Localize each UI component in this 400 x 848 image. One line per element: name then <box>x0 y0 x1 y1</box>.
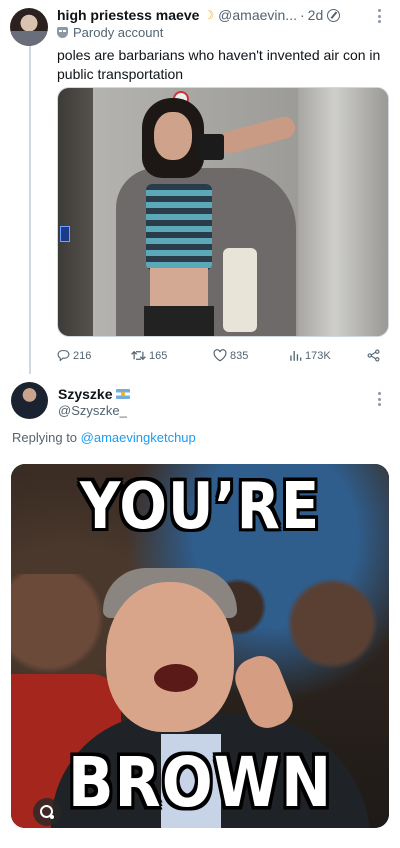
retweet-count: 165 <box>149 349 168 362</box>
edited-icon <box>327 8 341 22</box>
reply-count: 216 <box>73 349 92 362</box>
person-face <box>154 112 192 160</box>
timestamp[interactable]: 2d <box>308 7 324 23</box>
display-name[interactable]: high priestess maeve <box>57 7 199 23</box>
share-icon <box>367 349 380 362</box>
thread-line <box>29 46 31 374</box>
elevator-door <box>58 88 93 336</box>
striped-top <box>146 184 212 270</box>
tweet-actions: 216 165 835 173K <box>57 349 382 365</box>
view-count: 173K <box>305 349 331 362</box>
avatar[interactable] <box>11 382 48 419</box>
mention-link[interactable]: @amaevingketchup <box>81 430 196 445</box>
tweet-photo[interactable] <box>57 87 389 337</box>
replying-to: Replying to @amaevingketchup <box>12 430 196 445</box>
phone <box>196 134 224 160</box>
like-count: 835 <box>230 349 249 362</box>
meme-bottom-caption: BROWN <box>67 742 333 824</box>
reply-icon <box>57 350 70 362</box>
person-pants <box>144 306 214 336</box>
parody-label: Parody account <box>73 25 164 40</box>
retweet-button[interactable]: 165 <box>131 349 167 362</box>
more-options-icon[interactable] <box>378 392 382 406</box>
man-mouth <box>154 664 198 692</box>
more-options-icon[interactable] <box>378 9 382 23</box>
man-face <box>106 582 234 732</box>
mask-icon <box>57 27 68 38</box>
retweet-icon <box>131 350 146 361</box>
tweet-header: Szyszke <box>58 386 131 402</box>
views-button[interactable]: 173K <box>289 349 331 362</box>
tweet-header: high priestess maeve ☽ @amaevin... · 2d <box>57 7 341 23</box>
elevator-door-right <box>298 88 388 336</box>
parody-badge: Parody account <box>57 25 163 40</box>
separator-dot: · <box>299 7 305 23</box>
reply-button[interactable]: 216 <box>57 349 91 362</box>
moon-icon: ☽ <box>203 8 215 22</box>
lens-search-icon[interactable] <box>33 798 61 826</box>
meme-top-caption: YOU’RE <box>79 469 321 544</box>
meme-image[interactable]: YOU’RE BROWN <box>11 464 389 828</box>
share-button[interactable] <box>367 349 383 362</box>
elevator-button-panel <box>60 226 70 242</box>
views-icon <box>290 350 302 361</box>
user-handle[interactable]: @Szyszke_ <box>58 403 127 418</box>
person-midriff <box>150 268 208 308</box>
tweet-original[interactable]: high priestess maeve ☽ @amaevin... · 2d … <box>0 0 400 374</box>
flag-icon <box>116 389 131 399</box>
display-name[interactable]: Szyszke <box>58 386 112 402</box>
heart-icon <box>213 349 227 362</box>
user-handle[interactable]: @amaevin... <box>218 7 297 23</box>
tweet-text: poles are barbarians who haven't invente… <box>57 47 381 82</box>
tote-bag <box>223 248 257 332</box>
avatar[interactable] <box>10 8 48 46</box>
tweet-reply[interactable]: Szyszke @Szyszke_ Replying to @amaevingk… <box>0 372 400 828</box>
replying-prefix: Replying to <box>12 430 78 445</box>
like-button[interactable]: 835 <box>213 349 248 362</box>
